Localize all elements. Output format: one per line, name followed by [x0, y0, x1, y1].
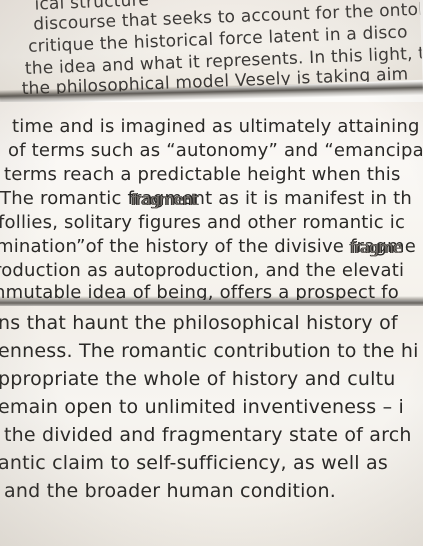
text-line: antic claim to self-sufficiency, as well…: [0, 452, 388, 474]
middle-page-strip: time and is imagined as ultimately attai…: [0, 102, 423, 300]
text-line: The romantic fragment as it is manifest …: [0, 188, 413, 209]
text-line: terms reach a predictable height when th…: [4, 164, 401, 185]
text-line: enness. The romantic contribution to the…: [0, 340, 419, 362]
text-line: the divided and fragmentary state of arc…: [4, 424, 412, 446]
text-line: roduction as autoproduction, and the ele…: [0, 260, 405, 281]
text-line: emain open to unlimited inventiveness – …: [0, 396, 404, 418]
text-line: and the broader human condition.: [4, 480, 336, 502]
text-line: time and is imagined as ultimately attai…: [12, 116, 420, 137]
bottom-page-strip: ns that haunt the philosophical history …: [0, 306, 423, 546]
text-line: ns that haunt the philosophical history …: [0, 312, 398, 334]
photo-of-book-page: ical structure discourse that seeks to a…: [0, 0, 423, 546]
overprinted-word: fragment: [131, 190, 198, 209]
text-line: follies, solitary figures and other roma…: [0, 212, 406, 233]
overprinted-word: fragme: [350, 238, 403, 257]
text-line: of terms such as “autonomy” and “emancip…: [8, 140, 423, 161]
text-line: ppropriate the whole of history and cult…: [0, 368, 396, 390]
